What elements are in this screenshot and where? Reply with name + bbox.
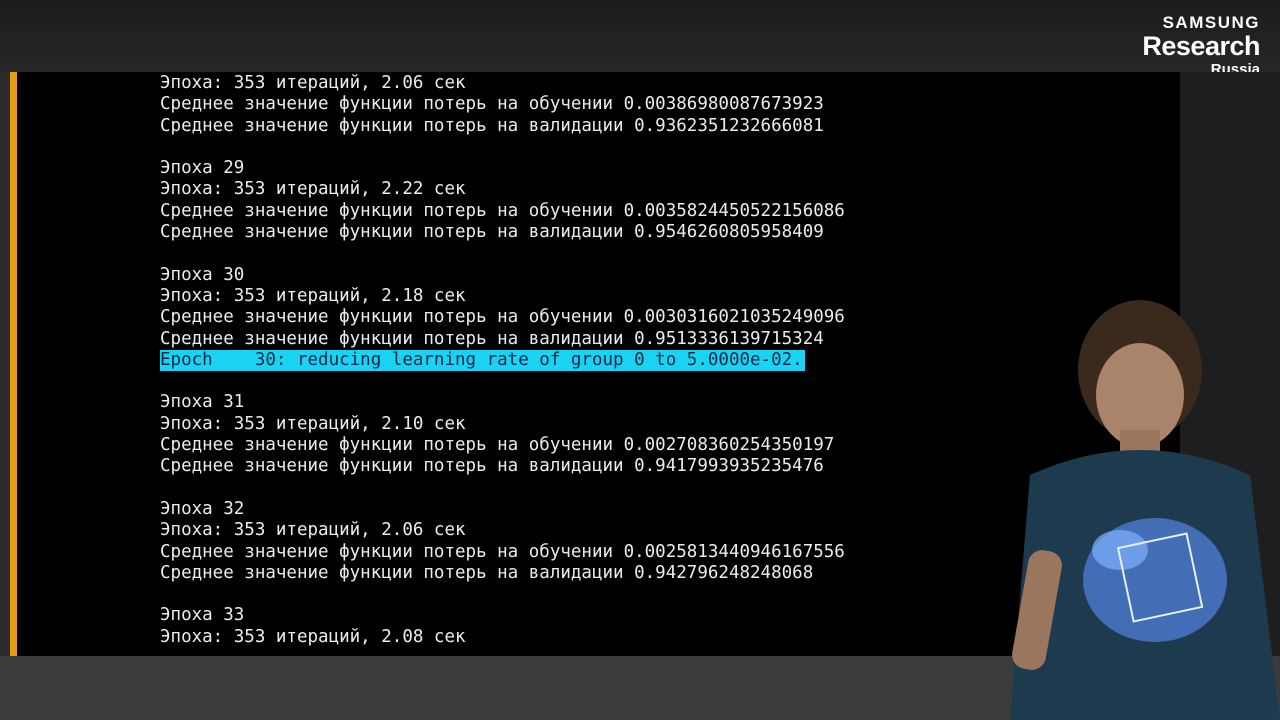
output-line: Среднее значение функции потерь на обуче… [160,542,845,563]
output-line-text: Эпоха 31 [160,392,245,413]
presenter-figure [1010,300,1280,720]
output-line-text: Эпоха: 353 итераций, 2.18 сек [160,285,466,306]
output-line-text: Среднее значение функции потерь на обуче… [160,541,845,562]
output-line: Эпоха: 353 итераций, 2.18 сек [160,286,845,307]
output-line-text: Среднее значение функции потерь на обуче… [160,200,845,221]
output-line: Эпоха 33 [160,605,845,626]
output-line-text: Эпоха: 353 итераций, 2.10 сек [160,413,466,434]
output-line: Среднее значение функции потерь на валид… [160,222,845,243]
output-line: Среднее значение функции потерь на валид… [160,456,845,477]
output-line: Эпоха: 353 итераций, 2.06 сек [160,73,845,94]
logo-research: Research [1142,31,1260,61]
output-line-text: Эпоха 33 [160,605,245,626]
output-line: Среднее значение функции потерь на обуче… [160,94,845,115]
output-blank-line [160,478,845,499]
output-line-text: Эпоха 32 [160,498,245,519]
output-line-text: Среднее значение функции потерь на обуче… [160,307,845,328]
output-line: Среднее значение функции потерь на валид… [160,329,845,350]
output-line-text: Среднее значение функции потерь на обуче… [160,94,824,115]
output-line: Среднее значение функции потерь на валид… [160,563,845,584]
output-line: Эпоха 29 [160,158,845,179]
output-line: Эпоха: 353 итераций, 2.22 сек [160,179,845,200]
output-line-text: Эпоха: 353 итераций, 2.08 сек [160,626,466,647]
output-line-selected: Epoch 30: reducing learning rate of grou… [160,349,845,372]
output-line: Эпоха: 353 итераций, 2.10 сек [160,414,845,435]
training-log-output: Эпоха: 353 итераций, 2.06 сек Среднее зна… [160,73,845,648]
output-blank-line [160,243,845,264]
output-line-text: Среднее значение функции потерь на валид… [160,328,824,349]
output-line-text: Среднее значение функции потерь на валид… [160,562,814,583]
output-line-text: Эпоха: 353 итераций, 2.06 сек [160,73,466,93]
output-line-text: Эпоха 29 [160,158,245,179]
output-line: Эпоха: 353 итераций, 2.08 сек [160,627,845,648]
output-line: Среднее значение функции потерь на валид… [160,116,845,137]
cell-active-indicator [10,72,17,656]
output-line: Эпоха: 353 итераций, 2.06 сек [160,520,845,541]
output-line: Эпоха 30 [160,265,845,286]
output-line-text: Эпоха 30 [160,264,245,285]
output-blank-line [160,371,845,392]
logo-samsung: SAMSUNG [1162,13,1260,32]
output-blank-line [160,584,845,605]
output-blank-line [160,137,845,158]
output-line-text: Эпоха: 353 итераций, 2.22 сек [160,179,466,200]
output-line-text: Эпоха: 353 итераций, 2.06 сек [160,520,466,541]
output-line: Эпоха 32 [160,499,845,520]
samsung-research-logo: SAMSUNG Research Russia [1142,14,1260,77]
output-line: Эпоха 31 [160,392,845,413]
output-line-text: Epoch 30: reducing learning rate of grou… [160,349,805,372]
output-line: Среднее значение функции потерь на обуче… [160,307,845,328]
output-line-text: Среднее значение функции потерь на обуче… [160,435,835,456]
output-line-text: Среднее значение функции потерь на валид… [160,115,824,136]
output-line: Среднее значение функции потерь на обуче… [160,435,845,456]
output-line: Среднее значение функции потерь на обуче… [160,201,845,222]
output-line-text: Среднее значение функции потерь на валид… [160,456,824,477]
output-line-text: Среднее значение функции потерь на валид… [160,222,824,243]
video-top-band [0,0,1280,72]
